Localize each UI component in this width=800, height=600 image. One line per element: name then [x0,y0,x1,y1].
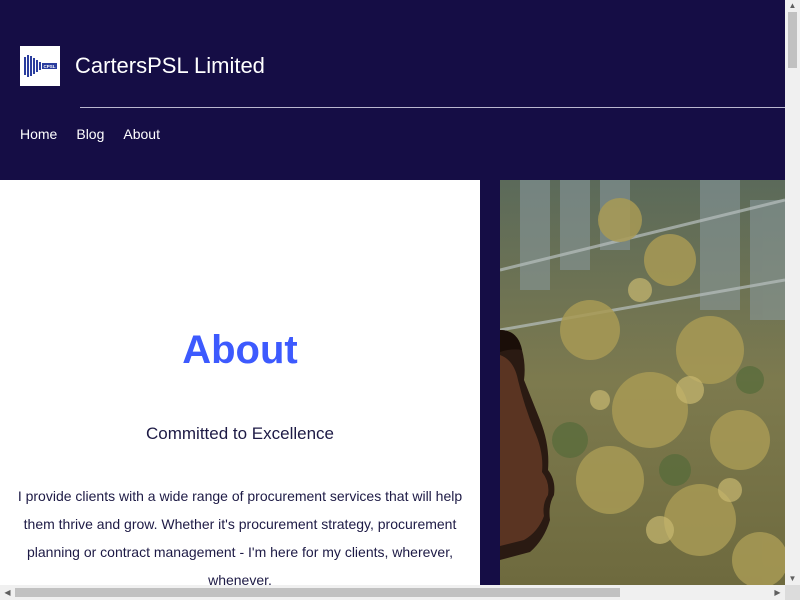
main-nav: Home Blog About [20,126,179,142]
nav-blog[interactable]: Blog [76,126,104,142]
about-subtitle: Committed to Excellence [145,424,335,443]
vertical-scroll-thumb[interactable] [788,12,797,68]
about-section: About Committed to Excellence I provide … [0,180,480,585]
up-arrow-icon[interactable]: ▲ [785,0,800,12]
nav-about[interactable]: About [123,126,160,142]
vertical-scrollbar[interactable]: ▲ ▼ [785,0,800,585]
right-arrow-icon[interactable]: ▶ [770,585,785,600]
horizontal-scroll-thumb[interactable] [15,588,620,597]
site-title[interactable]: CartersPSL Limited [75,53,265,79]
site-logo[interactable]: CPSL [20,46,60,86]
down-arrow-icon[interactable]: ▼ [785,573,800,585]
horizontal-scrollbar[interactable]: ◀ ▶ [0,585,785,600]
about-heading: About [182,328,298,372]
photo-image [500,180,785,585]
header-divider [80,107,785,108]
scrollbar-corner [785,585,800,600]
about-photo [500,180,785,585]
logo-graphic: CPSL [24,55,57,77]
svg-text:CPSL: CPSL [43,64,55,69]
left-arrow-icon[interactable]: ◀ [0,585,15,600]
about-body-text: I provide clients with a wide range of p… [17,488,463,585]
page: CPSL CartersPSL Limited Home Blog About … [0,0,785,585]
nav-home[interactable]: Home [20,126,57,142]
